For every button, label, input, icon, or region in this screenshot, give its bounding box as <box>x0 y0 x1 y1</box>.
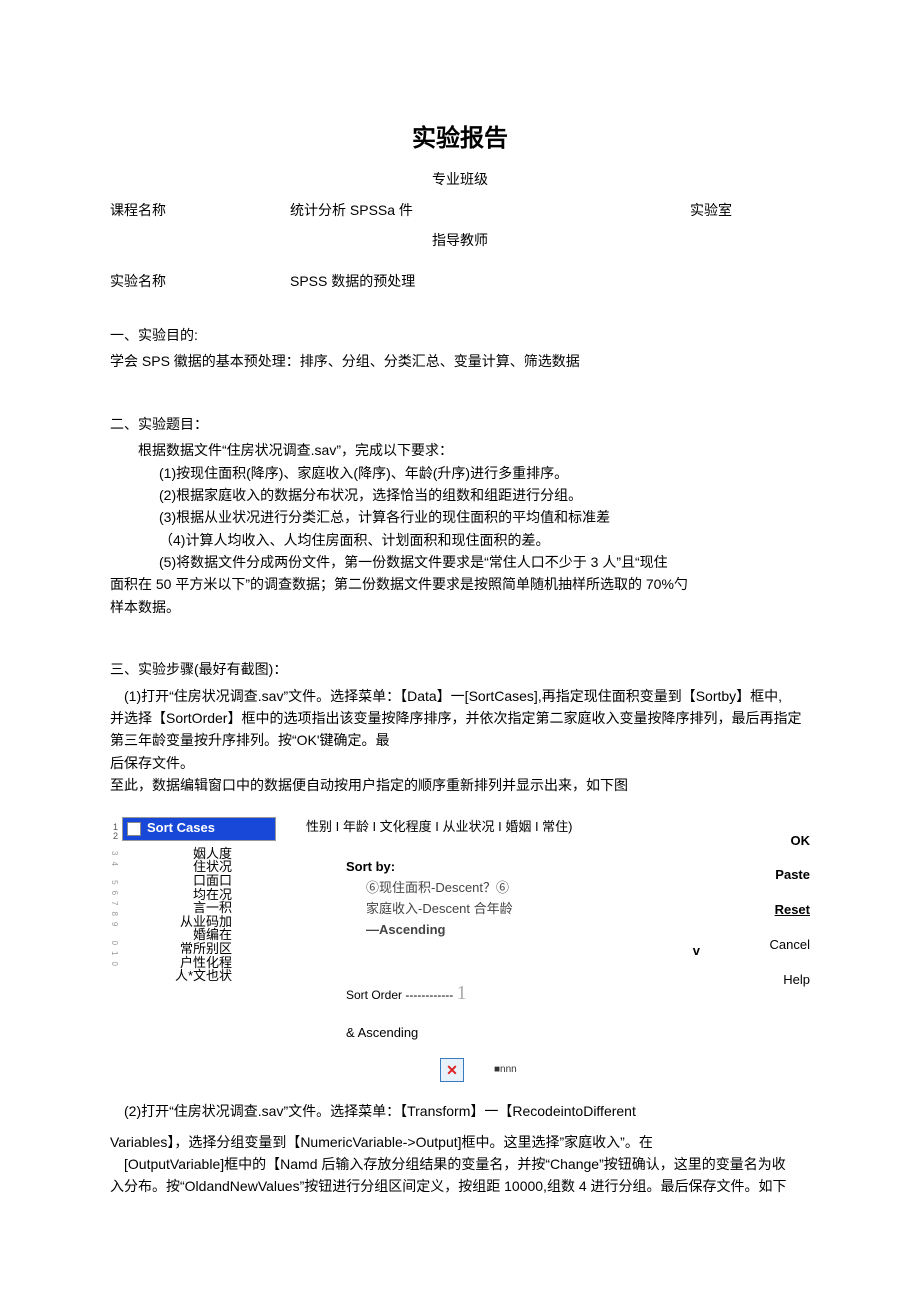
section-2-item-3: (3)根据从业状况进行分类汇总，计算各行业的现住面积的平均值和标准差 <box>110 506 810 528</box>
section-3-p1e: 至此，数据编辑窗口中的数据便自动按用户指定的顺序重新排列并显示出来，如下图 <box>110 774 810 796</box>
label-experiment: 实验名称 <box>110 270 290 292</box>
top-variables-row: 性别 I 年龄 I 文化程度 I 从业状况 I 婚姻 I 常住) <box>306 817 730 838</box>
reset-button[interactable]: Reset <box>730 900 810 921</box>
sort-by-item-2[interactable]: 家庭收入-Descent 合年龄 <box>346 899 730 920</box>
list-item[interactable]: 口面口 <box>162 874 232 888</box>
close-icon[interactable]: ✕ <box>440 1058 464 1082</box>
sort-order-label: Sort Order ------------ <box>346 988 453 1002</box>
variable-list[interactable]: 姻人度 住状况 口面口 均在况 言一积 从业码加 婚编在 常所别区 户性化程 人… <box>162 847 232 983</box>
section-3-p1a: (1)打开“住房状况调查.sav”文件。选择菜单：【Data】一[SortCas… <box>110 685 810 707</box>
section-3-p1b: 并选择【SortOrder】框中的选项指出该变量按降序排序，并依次指定第二家庭收… <box>110 707 810 729</box>
sort-by-label: Sort by: <box>346 857 730 878</box>
label-lab: 实验室 <box>690 199 810 221</box>
sort-cases-dialog: 1 2 34 56789 010 Sort Cases 姻人度 住状况 口面口 … <box>110 817 810 1045</box>
list-item[interactable]: 从业码加 <box>162 915 232 929</box>
list-item[interactable]: 言一积 <box>162 901 232 915</box>
dialog-buttons: OK Paste Reset Cancel Help <box>730 817 810 991</box>
section-3-p2c: [OutputVariable]框中的【Namd 后输入存放分组结果的变量名，并… <box>110 1153 810 1175</box>
section-3-p1d: 后保存文件。 <box>110 752 810 774</box>
paste-button[interactable]: Paste <box>730 865 810 886</box>
section-2-item-5b: 面积在 50 平方米以下”的调查数据；第二份数据文件要求是按照简单随机抽样所选取… <box>110 573 810 595</box>
section-1-body: 学会 SPS 徽据的基本预处理：排序、分组、分类汇总、变量计算、筛选数据 <box>110 350 810 372</box>
list-item[interactable]: 均在况 <box>162 888 232 902</box>
header-row-experiment: 实验名称 SPSS 数据的预处理 <box>110 270 810 292</box>
nnn-label: ■nnn <box>494 1062 517 1078</box>
dialog-title-bar[interactable]: Sort Cases <box>122 817 276 841</box>
section-3-head: 三、实验步骤(最好有截图)： <box>110 658 810 680</box>
ascending-radio[interactable]: & Ascending <box>306 1023 730 1044</box>
section-2-item-5a: (5)将数据文件分成两份文件，第一份数据文件要求是“常住人口不少于 3 人”且“… <box>110 551 810 573</box>
section-2-item-2: (2)根据家庭收入的数据分布状况，选择恰当的组数和组距进行分组。 <box>110 484 810 506</box>
section-3-p1c: 第三年龄变量按升序排列。按“OK'键确定。最 <box>110 729 810 751</box>
section-3-p2a: (2)打开“住房状况调查.sav”文件。选择菜单：【Transform】一【Re… <box>110 1100 810 1122</box>
header-row-course: 课程名称 统计分析 SPSSa 件 实验室 <box>110 199 810 221</box>
value-course: 统计分析 SPSSa 件 <box>290 199 690 221</box>
section-3-p2b: Variables】，选择分组变量到【NumericVariable->Outp… <box>110 1131 810 1153</box>
sort-order-bar: 1 <box>457 982 467 1004</box>
list-item[interactable]: 常所别区 <box>162 942 232 956</box>
label-teacher: 指导教师 <box>110 229 810 251</box>
section-2-intro: 根据数据文件“住房状况调查.sav”，完成以下要求： <box>110 439 810 461</box>
list-item[interactable]: 住状况 <box>162 860 232 874</box>
section-2-item-5c: 样本数据。 <box>110 596 810 618</box>
value-experiment: SPSS 数据的预处理 <box>290 270 690 292</box>
list-item[interactable]: 人*文也状 <box>162 969 232 983</box>
list-item[interactable]: 户性化程 <box>162 956 232 970</box>
scroll-v[interactable]: v <box>346 941 730 962</box>
sort-by-item-1[interactable]: ⑥现住面积-Descent？⑥ <box>346 878 730 899</box>
section-2-head: 二、实验题目： <box>110 413 810 435</box>
section-2-item-1: (1)按现住面积(降序)、家庭收入(降序)、年龄(升序)进行多重排序。 <box>110 462 810 484</box>
list-item[interactable]: 婚编在 <box>162 928 232 942</box>
subtitle-majorclass: 专业班级 <box>110 168 810 190</box>
section-3-p2d: 入分布。按“OldandNewValues”按钮进行分组区间定义，按组距 100… <box>110 1175 810 1197</box>
list-item[interactable]: 姻人度 <box>162 847 232 861</box>
system-menu-icon[interactable] <box>127 822 141 836</box>
dialog-title: Sort Cases <box>147 818 215 839</box>
cancel-button[interactable]: Cancel <box>730 935 810 956</box>
page-title: 实验报告 <box>110 120 810 158</box>
ok-button[interactable]: OK <box>730 831 810 852</box>
sort-by-item-3[interactable]: —Ascending <box>366 922 445 937</box>
section-1-head: 一、实验目的: <box>110 324 810 346</box>
section-2-item-4: （4)计算人均收入、人均住房面积、计划面积和现住面积的差。 <box>110 529 810 551</box>
row-numbers: 1 2 34 56789 010 <box>110 817 118 972</box>
help-button[interactable]: Help <box>730 970 810 991</box>
label-course: 课程名称 <box>110 199 290 221</box>
